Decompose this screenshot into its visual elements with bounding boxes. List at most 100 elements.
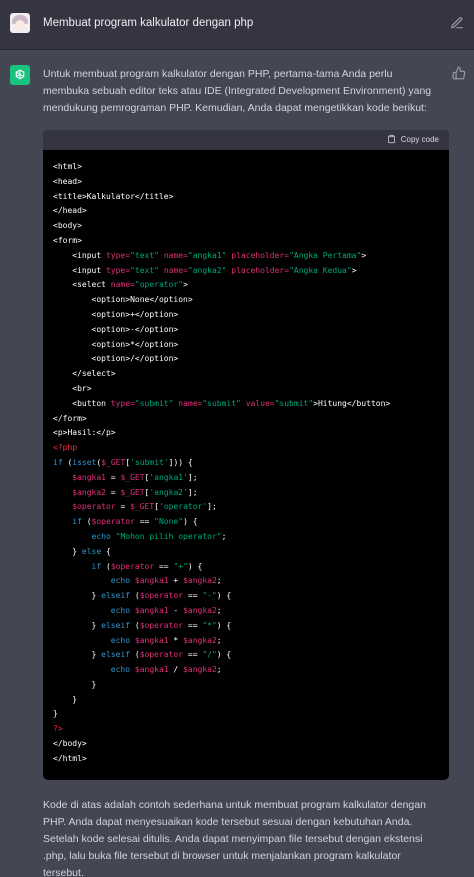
code-line: } <box>53 678 439 693</box>
code-token: - <box>168 605 184 615</box>
code-token: "/" <box>202 650 217 660</box>
assistant-outro-text: Kode di atas adalah contoh sederhana unt… <box>43 799 426 877</box>
code-token: ]; <box>207 502 217 512</box>
code-token: </head> <box>53 206 87 216</box>
code-token: if <box>53 561 102 571</box>
code-token: $operator <box>139 620 184 630</box>
code-token: echo <box>53 605 131 615</box>
code-token: "text" <box>130 265 159 275</box>
code-token: <option>-</option> <box>53 324 179 334</box>
code-token: * <box>168 635 184 645</box>
code-token: ]; <box>187 472 198 482</box>
code-token: if <box>53 517 82 527</box>
code-token: "None" <box>154 517 184 527</box>
code-line: <option>None</option> <box>53 293 439 308</box>
code-token: == <box>183 591 203 601</box>
code-token: echo <box>53 576 131 586</box>
code-token: } <box>53 679 97 689</box>
code-token: 'angka2' <box>149 487 188 497</box>
code-token: <option>*</option> <box>53 339 179 349</box>
code-line: </select> <box>53 367 439 382</box>
copy-code-button[interactable]: Copy code <box>387 134 439 144</box>
code-token: $angka2 <box>183 576 217 586</box>
code-token: isset <box>72 457 97 467</box>
code-token: <?php <box>53 443 78 453</box>
code-line: <button type="submit" name="submit" valu… <box>53 397 439 412</box>
code-token: "Mohon pilih operator" <box>115 531 222 541</box>
code-token: "+" <box>173 561 188 571</box>
code-token: "angka1" <box>187 250 227 260</box>
code-token: 'angka1' <box>149 472 188 482</box>
code-token: "*" <box>202 620 217 630</box>
copy-code-label: Copy code <box>400 134 439 144</box>
code-token: ) { <box>216 620 232 630</box>
code-line: <html> <box>53 160 439 175</box>
code-token: $angka2 <box>183 665 217 675</box>
code-token: ; <box>216 665 222 675</box>
code-line: <option>*</option> <box>53 338 439 353</box>
code-token: $angka2 <box>183 635 217 645</box>
code-token: <input <box>53 250 106 260</box>
code-line: echo $angka1 * $angka2; <box>53 634 439 649</box>
code-token: $angka1 <box>134 605 169 615</box>
user-avatar <box>10 13 30 33</box>
code-line: } <box>53 693 439 708</box>
code-token: } <box>53 694 78 704</box>
code-token: } <box>53 546 82 556</box>
code-token: echo <box>53 635 131 645</box>
openai-logo-icon <box>15 69 25 80</box>
code-token: value= <box>245 398 275 408</box>
code-line: if ($operator == "None") { <box>53 515 439 530</box>
code-token: "submit" <box>274 398 314 408</box>
code-line: $angka2 = $_GET['angka2']; <box>53 486 439 501</box>
code-token: </body> <box>53 739 87 749</box>
code-line: <select name="operator"> <box>53 278 439 293</box>
code-token: $operator <box>53 502 116 512</box>
code-token: <p>Hasil:</p> <box>53 428 116 438</box>
code-line: </head> <box>53 204 439 219</box>
code-token: <body> <box>53 221 82 231</box>
code-token: </form> <box>53 413 87 423</box>
code-token: ( <box>130 620 140 630</box>
code-token: <button <box>53 398 111 408</box>
code-token: name= <box>110 280 135 290</box>
code-line: <option>+</option> <box>53 308 439 323</box>
code-token: else <box>81 546 102 556</box>
code-line: <option>/</option> <box>53 352 439 367</box>
user-message-text: Membuat program kalkulator dengan php <box>43 17 254 29</box>
code-token: $angka1 <box>134 635 169 645</box>
code-token: ( <box>101 561 111 571</box>
code-token: { <box>101 546 111 556</box>
code-token: </select> <box>53 369 116 379</box>
code-token: } <box>53 709 58 719</box>
code-token: / <box>168 665 184 675</box>
thumbs-up-icon[interactable] <box>452 66 466 80</box>
code-token: <html> <box>53 162 82 171</box>
code-token: 'submit' <box>130 457 169 467</box>
code-token: = <box>115 502 131 512</box>
code-token: <br> <box>53 383 92 393</box>
edit-icon[interactable] <box>450 16 464 30</box>
code-token: $angka1 <box>134 576 169 586</box>
code-token: == <box>154 561 174 571</box>
code-line: <?php <box>53 441 439 456</box>
code-token: $angka2 <box>183 605 217 615</box>
code-token: "submit" <box>134 398 174 408</box>
code-token: >Hitung</button> <box>313 398 391 408</box>
code-token: type= <box>105 265 131 275</box>
code-token: ( <box>62 457 73 467</box>
code-line: } else { <box>53 545 439 560</box>
code-line: $operator = $_GET['operator']; <box>53 500 439 515</box>
code-token: $angka1 <box>134 665 169 675</box>
code-token: $operator <box>139 591 184 601</box>
code-token: = <box>105 487 121 497</box>
code-token: "submit" <box>202 398 241 408</box>
code-token: $operator <box>91 517 135 527</box>
code-token: > <box>361 250 367 260</box>
code-token: "-" <box>202 591 217 601</box>
code-token: echo <box>53 665 131 675</box>
code-token: ]; <box>187 487 198 497</box>
code-token: + <box>168 576 184 586</box>
user-message-row: Membuat program kalkulator dengan php <box>0 0 474 50</box>
code-token: } <box>53 650 102 660</box>
